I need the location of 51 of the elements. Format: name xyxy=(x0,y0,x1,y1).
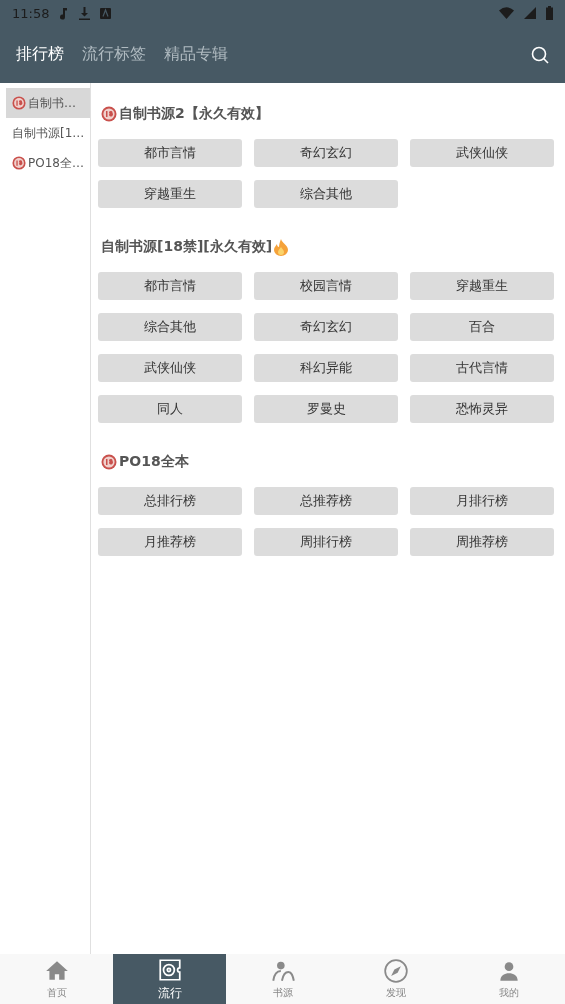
header-tab[interactable]: 排行榜 xyxy=(16,44,64,65)
category-button[interactable]: 校园言情 xyxy=(254,272,398,300)
category-button[interactable]: 综合其他 xyxy=(98,313,242,341)
category-button[interactable]: 月推荐榜 xyxy=(98,528,242,556)
category-button[interactable]: 科幻异能 xyxy=(254,354,398,382)
category-button[interactable]: 武侠仙侠 xyxy=(410,139,554,167)
section-title: 自制书源[18禁][永久有效] xyxy=(101,238,273,256)
category-button[interactable]: 奇幻玄幻 xyxy=(254,313,398,341)
search-icon[interactable] xyxy=(531,45,549,64)
category-button[interactable]: 古代言情 xyxy=(410,354,554,382)
compass-icon xyxy=(382,958,409,984)
category-button[interactable]: 综合其他 xyxy=(254,180,398,208)
category-button[interactable]: 穿越重生 xyxy=(410,272,554,300)
category-button[interactable]: 周推荐榜 xyxy=(410,528,554,556)
category-button[interactable]: 周排行榜 xyxy=(254,528,398,556)
header-tab[interactable]: 流行标签 xyxy=(82,44,146,65)
flame-icon xyxy=(274,238,289,256)
category-button[interactable]: 百合 xyxy=(410,313,554,341)
nav-tab[interactable]: 书源 xyxy=(226,954,339,1004)
nav-tab[interactable]: 流行 xyxy=(113,954,226,1004)
adult-rating-icon xyxy=(101,106,117,122)
section-title: PO18全本 xyxy=(119,453,189,471)
sidebar-item[interactable]: 自制书源[1… xyxy=(6,118,90,148)
signal-icon xyxy=(524,7,536,19)
nav-tab[interactable]: 发现 xyxy=(339,954,452,1004)
category-button[interactable]: 穿越重生 xyxy=(98,180,242,208)
category-button[interactable]: 都市言情 xyxy=(98,272,242,300)
category-button[interactable]: 罗曼史 xyxy=(254,395,398,423)
app-notification-icon xyxy=(100,7,112,19)
sidebar-item[interactable]: 自制书… xyxy=(6,88,90,118)
category-button[interactable]: 同人 xyxy=(98,395,242,423)
category-button[interactable]: 总排行榜 xyxy=(98,487,242,515)
download-icon xyxy=(79,6,91,20)
category-button[interactable]: 总推荐榜 xyxy=(254,487,398,515)
adult-rating-icon xyxy=(12,156,26,170)
category-button[interactable]: 都市言情 xyxy=(98,139,242,167)
status-time: 11:58 xyxy=(12,5,50,21)
nav-tab[interactable]: 首页 xyxy=(0,954,113,1004)
sidebar-item[interactable]: PO18全… xyxy=(6,148,90,178)
nav-tab[interactable]: 我的 xyxy=(452,954,565,1004)
category-button[interactable]: 奇幻玄幻 xyxy=(254,139,398,167)
section-title: 自制书源2【永久有效】 xyxy=(119,105,269,123)
battery-icon xyxy=(546,6,553,20)
wifi-icon xyxy=(499,7,514,19)
header-tab[interactable]: 精品专辑 xyxy=(164,44,228,65)
music-note-icon xyxy=(59,6,70,20)
adult-rating-icon xyxy=(12,96,26,110)
category-button[interactable]: 月排行榜 xyxy=(410,487,554,515)
category-button[interactable]: 武侠仙侠 xyxy=(98,354,242,382)
category-button[interactable]: 恐怖灵异 xyxy=(410,395,554,423)
adult-rating-icon xyxy=(101,454,117,470)
